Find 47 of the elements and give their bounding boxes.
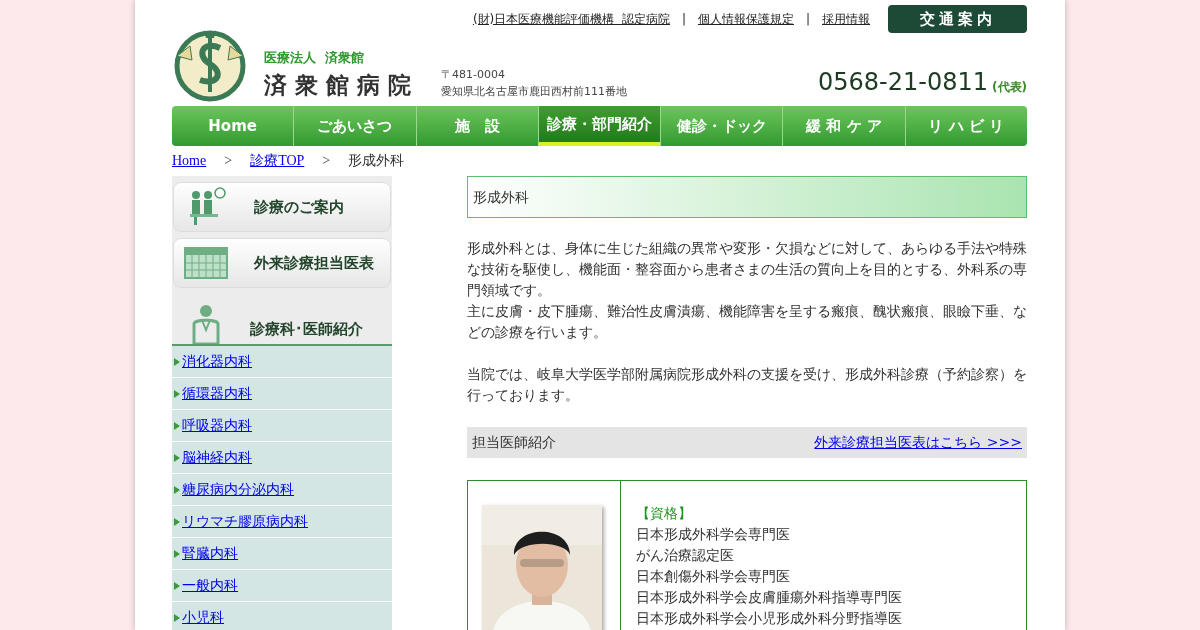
qualification-item: 日本形成外科学会小児形成外科分野指導医 xyxy=(636,609,902,628)
header-link[interactable]: 採用情報 xyxy=(822,10,870,28)
department-link[interactable]: 小児科 xyxy=(182,607,224,628)
header-link[interactable]: (財)日本医療機能評価機構 認定病院 xyxy=(472,10,670,28)
corporation-name: 医療法人 済衆館 xyxy=(264,49,366,67)
nav-tab[interactable]: 診療・部門紹介 xyxy=(537,106,661,146)
department-link[interactable]: 一般内科 xyxy=(182,575,238,596)
breadcrumb-separator: > xyxy=(224,151,233,170)
schedule-link[interactable]: 外来診療担当医表はこちら >>> xyxy=(814,432,1022,453)
body-paragraph: 主に皮膚・皮下腫瘍、難治性皮膚潰瘍、機能障害を呈する瘢痕、醜状瘢痕、眼瞼下垂、などの診療を行います。 xyxy=(467,302,1027,342)
access-button[interactable]: 交通案内 xyxy=(888,5,1027,33)
bullet-icon xyxy=(174,357,180,366)
phone-number: 0568-21-0811 xyxy=(818,67,989,98)
postal-code: 〒481-0004 xyxy=(441,67,506,83)
sidebar-menu-button[interactable]: 外来診療担当医表 xyxy=(173,238,391,288)
breadcrumb-current: 形成外科 xyxy=(348,151,405,170)
section-label: 担当医師紹介 xyxy=(472,433,556,452)
qualification-item: 日本形成外科学会皮膚腫瘍外科指導専門医 xyxy=(636,588,902,607)
breadcrumb-link[interactable]: 診療TOP xyxy=(250,149,305,171)
qualification-heading: 【資格】 xyxy=(636,504,693,523)
bullet-icon xyxy=(174,613,180,622)
breadcrumb-link[interactable]: Home xyxy=(172,149,207,171)
bullet-icon xyxy=(174,389,180,398)
bullet-icon xyxy=(174,549,180,558)
doctor-icon xyxy=(192,304,220,344)
qualification-item: 日本形成外科学会専門医 xyxy=(636,525,791,544)
bullet-icon xyxy=(174,581,180,590)
bullet-icon xyxy=(174,517,180,526)
header-link[interactable]: 個人情報保護規定 xyxy=(697,10,794,28)
address: 愛知県北名古屋市鹿田西村前111番地 xyxy=(441,83,628,100)
sidebar-section-title: 診療科･医師紹介 xyxy=(250,318,363,340)
phone-note: (代表) xyxy=(992,79,1027,96)
body-paragraph: 当院では、岐阜大学医学部附属病院形成外科の支援を受け、形成外科診療（予約診察）を行っております。 xyxy=(467,365,1027,405)
qualification-item: 日本創傷外科学会専門医 xyxy=(636,567,791,586)
calendar-icon xyxy=(184,247,228,279)
hospital-name: 済 衆 館 病 院 xyxy=(264,69,412,100)
page-title: 形成外科 xyxy=(467,176,1027,218)
department-link[interactable]: 腎臓内科 xyxy=(182,543,238,564)
body-paragraph: 形成外科とは、身体に生じた組織の異常や変形・欠損などに対して、あらゆる手法や特殊な技術を駆使し、機能面・整容面から患者さまの生活の質向上を目的とする、外科系の専門領域です。 xyxy=(467,239,1027,300)
breadcrumb-separator: > xyxy=(322,151,331,170)
bullet-icon xyxy=(174,453,180,462)
qualification-item: がん治療認定医 xyxy=(636,546,735,565)
link-separator: | xyxy=(805,11,810,28)
sidebar-menu-button[interactable]: 診療のご案内 xyxy=(173,182,391,232)
bullet-icon xyxy=(174,421,180,430)
link-separator: | xyxy=(681,11,686,28)
bullet-icon xyxy=(174,485,180,494)
